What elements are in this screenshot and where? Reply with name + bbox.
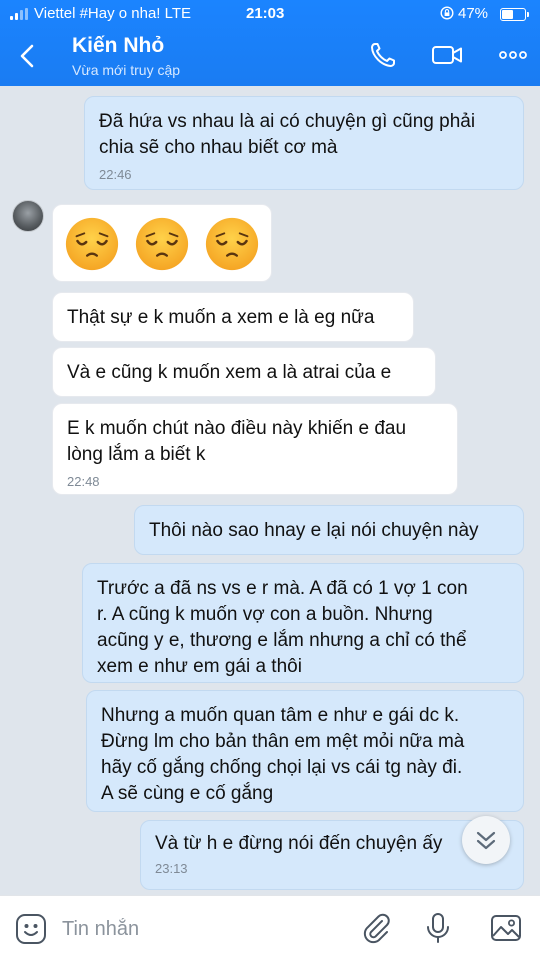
- pleading-face-emoji: [135, 217, 189, 271]
- battery-icon: [500, 8, 529, 21]
- message-bubble-outgoing[interactable]: Đã hứa vs nhau là ai có chuyện gì cũng p…: [84, 96, 524, 190]
- phone-icon[interactable]: [366, 38, 400, 72]
- message-bubble-incoming[interactable]: E k muốn chút nào điều này khiến e đau l…: [52, 403, 458, 495]
- message-bubble-incoming[interactable]: Thật sự e k muốn a xem e là eg nữa: [52, 292, 414, 342]
- message-line: E k muốn chút nào điều này khiến e đau: [67, 418, 407, 439]
- attachment-icon[interactable]: [358, 910, 394, 946]
- message-line: Đã hứa vs nhau là ai có chuyện gì cũng p…: [99, 111, 476, 132]
- image-icon[interactable]: [488, 910, 524, 946]
- message-line: A sẽ cùng e cố gắng: [101, 783, 274, 804]
- status-bar: Viettel #Hay o nha! LTE 21:03 47%: [0, 0, 540, 28]
- message-bubble-incoming[interactable]: [52, 204, 272, 282]
- message-line: Và từ h e đừng nói đến chuyện ấy: [155, 833, 443, 854]
- chevron-down-icon: [476, 831, 496, 850]
- message-input[interactable]: [60, 912, 344, 946]
- message-line: r. A cũng k muốn vợ con a buồn. Nhưng: [97, 604, 433, 625]
- message-line: Trước a đã ns vs e r mà. A đã có 1 vợ 1 …: [97, 578, 468, 599]
- microphone-icon[interactable]: [420, 910, 456, 946]
- clock: 21:03: [246, 5, 285, 22]
- rotation-lock-icon: [440, 6, 454, 20]
- message-time: 23:13: [155, 861, 188, 876]
- message-bubble-outgoing[interactable]: Nhưng a muốn quan tâm e như e gái dc k. …: [86, 690, 524, 812]
- message-line: Và e cũng k muốn xem a là atrai của e: [67, 362, 392, 383]
- avatar[interactable]: [12, 200, 44, 232]
- message-time: 22:48: [67, 474, 100, 489]
- video-icon[interactable]: [430, 38, 464, 72]
- message-line: Thôi nào sao hnay e lại nói chuyện này: [149, 520, 479, 541]
- sticker-icon[interactable]: [14, 912, 48, 946]
- message-composer: [0, 895, 540, 961]
- message-line: lòng lắm a biết k: [67, 444, 206, 465]
- pleading-face-emoji: [65, 217, 119, 271]
- contact-name[interactable]: Kiến Nhỏ: [72, 34, 164, 58]
- message-bubble-outgoing[interactable]: Trước a đã ns vs e r mà. A đã có 1 vợ 1 …: [82, 563, 524, 683]
- signal-icon: [10, 8, 28, 20]
- message-line: chia sẽ cho nhau biết cơ mà: [99, 137, 338, 158]
- message-time: 22:46: [99, 167, 132, 182]
- message-line: xem e như em gái a thôi: [97, 656, 302, 677]
- message-line: hãy cố gắng chống chọi lại vs cái tg này…: [101, 757, 463, 778]
- message-bubble-outgoing[interactable]: Thôi nào sao hnay e lại nói chuyện này: [134, 505, 524, 555]
- pleading-face-emoji: [205, 217, 259, 271]
- message-bubble-incoming[interactable]: Và e cũng k muốn xem a là atrai của e: [52, 347, 436, 397]
- more-icon[interactable]: [496, 38, 530, 72]
- message-line: Đừng lm cho bản thân em mệt mỏi nữa mà: [101, 731, 465, 752]
- message-line: acũng y e, thương e lắm nhưng a chỉ có t…: [97, 630, 467, 651]
- carrier-label: Viettel #Hay o nha! LTE: [34, 5, 192, 22]
- battery-percent: 47%: [458, 5, 489, 22]
- message-line: Nhưng a muốn quan tâm e như e gái dc k.: [101, 705, 460, 726]
- chat-header: Viettel #Hay o nha! LTE 21:03 47% Kiến N…: [0, 0, 540, 86]
- message-line: Thật sự e k muốn a xem e là eg nữa: [67, 307, 375, 328]
- back-icon[interactable]: [12, 40, 44, 72]
- scroll-down-button[interactable]: [462, 816, 510, 864]
- contact-status: Vừa mới truy cập: [72, 62, 181, 78]
